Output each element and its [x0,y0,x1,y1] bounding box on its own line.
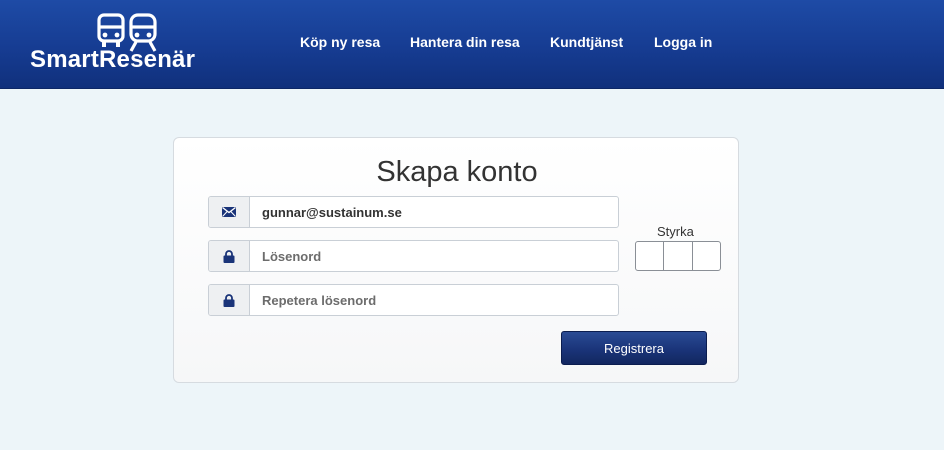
lock-icon [209,241,250,271]
nav-item-customer-service[interactable]: Kundtjänst [550,34,623,50]
password-strength-label: Styrka [657,224,694,239]
password-field [208,240,619,272]
top-navigation-bar: SmartResenär Köp ny resa Hantera din res… [0,0,944,89]
password-input[interactable] [250,241,618,271]
logo-text: SmartResenär [30,46,196,73]
repeat-password-input[interactable] [250,285,618,315]
lock-icon [209,285,250,315]
strength-segment [636,242,665,270]
bus-icon [97,13,125,43]
page-title: Skapa konto [376,156,538,188]
password-strength-meter [635,241,721,271]
nav-item-buy-ticket[interactable]: Köp ny resa [300,34,380,50]
create-account-card: Skapa konto Styrk [173,137,739,383]
nav-item-login[interactable]: Logga in [654,34,712,50]
nav-item-manage-trip[interactable]: Hantera din resa [410,34,520,50]
repeat-password-field [208,284,619,316]
email-field [208,196,619,228]
register-button[interactable]: Registrera [561,331,707,365]
envelope-icon [209,197,250,227]
strength-segment [693,242,720,270]
strength-segment [664,242,693,270]
logo[interactable]: SmartResenär [30,8,230,80]
email-input[interactable] [250,197,618,227]
